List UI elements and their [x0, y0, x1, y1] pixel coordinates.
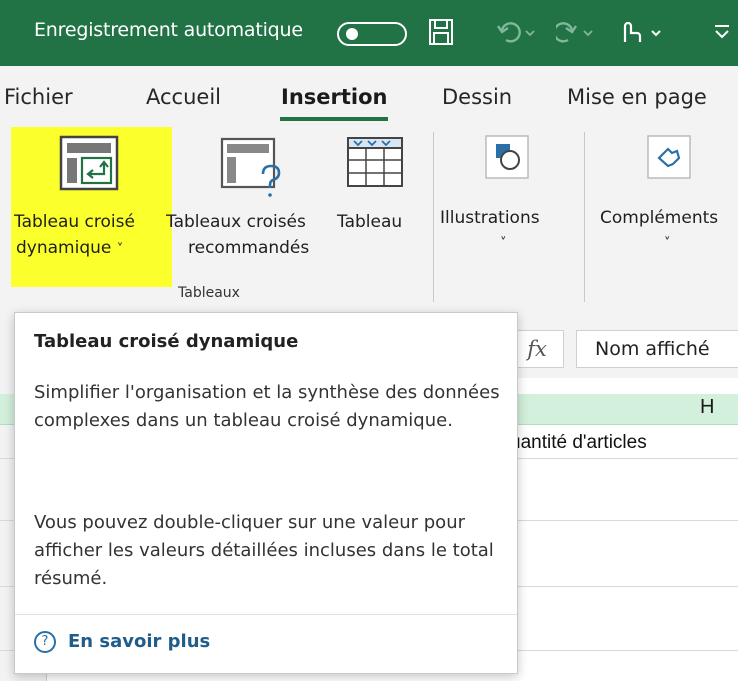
ribbon: Tableau croisé dynamique ˅ Tableaux croi…: [0, 124, 738, 310]
title-bar: Enregistrement automatique: [0, 0, 738, 66]
tab-insertion[interactable]: Insertion: [281, 85, 387, 109]
formula-input[interactable]: Nom affiché: [576, 330, 738, 368]
tab-accueil[interactable]: Accueil: [146, 85, 221, 109]
table-label[interactable]: Tableau: [337, 210, 402, 234]
pivot-table-label-2-text: dynamique: [16, 238, 112, 258]
column-header-h[interactable]: H: [700, 396, 714, 419]
recommended-pivot-icon[interactable]: [219, 136, 289, 202]
learn-more-link[interactable]: ? En savoir plus: [34, 631, 210, 653]
chevron-down-icon: ˅: [116, 242, 124, 257]
customize-toolbar-icon[interactable]: [712, 22, 732, 46]
addins-chevron-icon[interactable]: ˅: [664, 232, 671, 256]
touch-mode-icon[interactable]: [618, 18, 666, 50]
cell-header-text[interactable]: uantité d'articles: [510, 432, 647, 454]
illustrations-label[interactable]: Illustrations: [440, 206, 540, 230]
group-separator: [433, 132, 434, 302]
recommended-pivot-label-2[interactable]: recommandés: [188, 236, 309, 260]
redo-icon[interactable]: [553, 18, 596, 50]
ribbon-tabs: Fichier Accueil Insertion Dessin Mise en…: [0, 66, 738, 124]
autosave-toggle[interactable]: [337, 22, 407, 46]
tooltip-details: Vous pouvez double-cliquer sur une valeu…: [34, 512, 494, 589]
undo-icon[interactable]: [496, 18, 536, 50]
help-icon: ?: [34, 631, 56, 653]
toggle-knob: [346, 28, 358, 40]
tab-dessin[interactable]: Dessin: [442, 85, 512, 109]
addins-icon[interactable]: [646, 134, 692, 184]
illustrations-chevron-icon[interactable]: ˅: [500, 232, 507, 256]
illustrations-icon[interactable]: [484, 134, 530, 184]
learn-more-text: En savoir plus: [68, 631, 211, 652]
pivot-table-label-2[interactable]: dynamique ˅: [16, 236, 123, 262]
recommended-pivot-label-1[interactable]: Tableaux croisés: [166, 210, 306, 234]
addins-label[interactable]: Compléments: [600, 206, 718, 230]
pivot-table-label-1[interactable]: Tableau croisé: [14, 210, 135, 234]
tooltip-title: Tableau croisé dynamique: [34, 331, 299, 352]
fx-icon[interactable]: fx: [510, 330, 564, 368]
tooltip-description: Simplifier l'organisation et la synthèse…: [34, 382, 500, 431]
pivot-tooltip: Tableau croisé dynamique Simplifier l'or…: [14, 312, 518, 674]
tab-mise-en-page[interactable]: Mise en page: [567, 85, 707, 109]
tooltip-separator: [15, 614, 517, 615]
active-tab-indicator: [280, 117, 388, 121]
table-icon[interactable]: [346, 136, 404, 192]
autosave-label: Enregistrement automatique: [34, 19, 303, 41]
save-icon[interactable]: [428, 18, 454, 50]
tab-fichier[interactable]: Fichier: [4, 85, 73, 109]
pivot-table-icon[interactable]: [58, 134, 120, 196]
group-separator-2: [584, 132, 585, 302]
group-label-tableaux: Tableaux: [178, 285, 240, 301]
